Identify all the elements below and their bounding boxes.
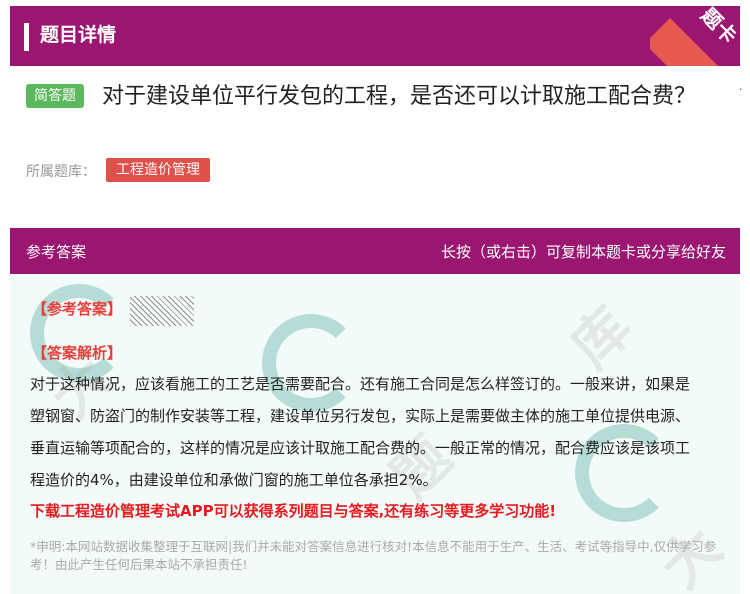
ribbon-label: 题卡 xyxy=(696,2,742,49)
reference-answer-label: 【参考答案】 xyxy=(32,300,123,318)
answer-section-title: 参考答案 xyxy=(26,243,87,261)
disclaimer-text: *申明:本网站数据收集整理于互联网|我们并未能对答案信息进行核对!本信息不能用于… xyxy=(30,539,717,572)
app-promo-link[interactable]: 下载工程造价管理考试APP可以获得系列题目与答案,还有练习等更多学习功能! xyxy=(30,500,556,521)
explanation-label: 【答案解析】 xyxy=(32,344,123,362)
header-accent-bar xyxy=(24,23,29,51)
question-type-badge: 简答题 xyxy=(26,84,84,108)
share-hint: 长按（或右击）可复制本题卡或分享给好友 xyxy=(440,243,726,261)
question-card: 对于建设单位平行发包的工程，是否还可以计取施工配合费？ 简答题 所属题库： 工程… xyxy=(10,66,740,202)
answer-header: 参考答案 长按（或右击）可复制本题卡或分享给好友 xyxy=(10,228,740,274)
explanation-text: 对于这种情况，应该看施工的工艺是否需要配合。还有施工合同是怎么样签订的。一般来讲… xyxy=(30,375,691,489)
page-title: 题目详情 xyxy=(40,24,117,46)
answer-image xyxy=(130,296,194,326)
page-header: 题目详情 xyxy=(10,6,740,66)
question-text: 对于建设单位平行发包的工程，是否还可以计取施工配合费？ xyxy=(102,84,697,109)
library-tag[interactable]: 工程造价管理 xyxy=(106,158,210,182)
answer-body: 大 库 题 大 【参考答案】 【答案解析】 对于这种情况，应该看施工的工艺是否需… xyxy=(10,274,740,594)
library-label: 所属题库： xyxy=(26,164,96,180)
